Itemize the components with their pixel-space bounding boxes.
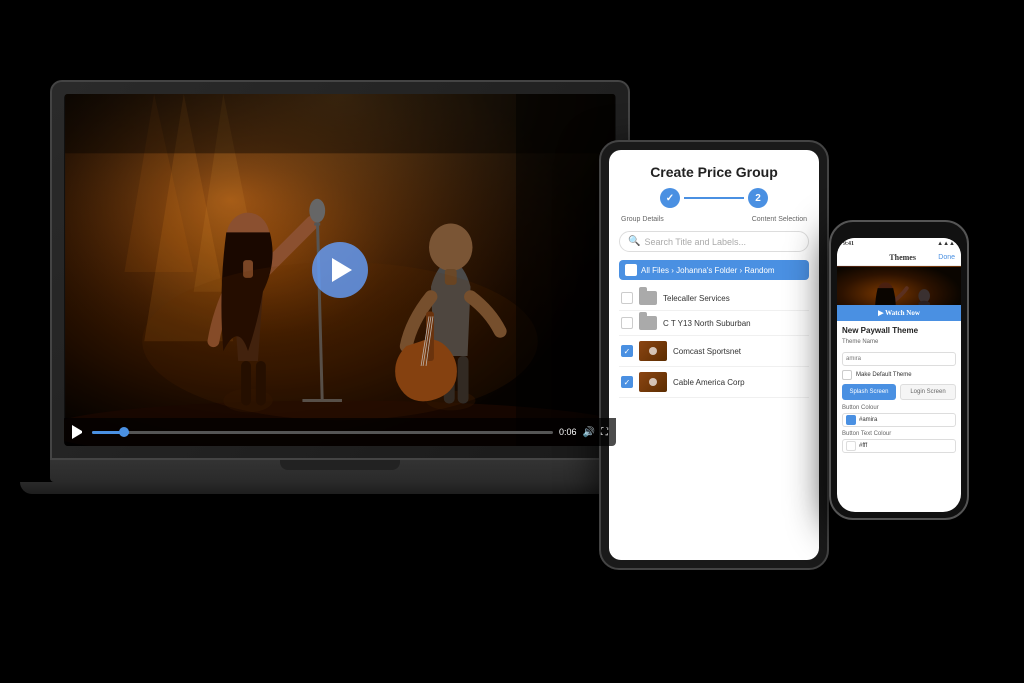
phone-header: Themes Done	[837, 250, 961, 266]
search-placeholder: Search Title and Labels...	[644, 237, 746, 247]
folder-icon-2	[639, 316, 657, 330]
phone-notch	[879, 228, 919, 234]
file-name-4: Cable America Corp	[673, 378, 807, 387]
theme-toggle-row: Splash Screen Login Screen	[842, 384, 956, 400]
file-checkbox-4[interactable]	[621, 376, 633, 388]
video-controls-bar: 0:06 🔊 ⛶	[64, 418, 616, 446]
search-icon: 🔍	[628, 236, 640, 247]
theme-name-label: Theme Name	[842, 339, 956, 345]
status-time: 9:41	[843, 241, 854, 247]
file-name-3: Comcast Sportsnet	[673, 347, 807, 356]
play-button[interactable]	[312, 242, 368, 298]
laptop-base	[50, 460, 630, 482]
play-icon	[332, 258, 352, 282]
make-default-label: Make Default Theme	[856, 372, 912, 378]
video-thumb-3	[639, 341, 667, 361]
thumb-play-icon-4	[649, 378, 657, 386]
step-2-circle: 2	[748, 188, 768, 208]
progress-dot	[119, 427, 129, 437]
laptop-device: 0:06 🔊 ⛶	[50, 80, 630, 560]
button-color-input[interactable]: #amira	[842, 413, 956, 427]
file-row[interactable]: Telecaller Services	[619, 286, 809, 311]
button-color-label: Button Colour	[842, 405, 956, 411]
button-color-text: #amira	[859, 417, 877, 423]
stepper: ✓ 2	[619, 188, 809, 208]
phone-status-bar: 9:41 ▲▲▲	[837, 238, 961, 250]
make-default-row: Make Default Theme	[842, 370, 956, 380]
breadcrumb-path: All Files › Johanna's Folder › Random	[641, 266, 775, 275]
search-bar[interactable]: 🔍 Search Title and Labels...	[619, 231, 809, 252]
breadcrumb-folder-icon	[625, 264, 637, 276]
time-display: 0:06	[559, 427, 577, 437]
tablet-title: Create Price Group	[619, 164, 809, 180]
file-checkbox-2[interactable]	[621, 317, 633, 329]
button-text-color-text: #fff	[859, 443, 867, 449]
button-color-swatch	[846, 415, 856, 425]
phone-content: New Paywall Theme Theme Name Make Defaul…	[837, 321, 961, 462]
tablet-content: Create Price Group ✓ 2 Group Details Con…	[609, 150, 819, 408]
laptop-stand	[20, 482, 660, 494]
file-row[interactable]: Cable America Corp	[619, 367, 809, 398]
phone-done-button[interactable]: Done	[938, 254, 955, 261]
main-scene: 0:06 🔊 ⛶ Create Price Group ✓ 2	[0, 0, 1024, 683]
file-row[interactable]: Comcast Sportsnet	[619, 336, 809, 367]
button-text-color-input[interactable]: #fff	[842, 439, 956, 453]
phone-device: 9:41 ▲▲▲ Themes Done	[829, 220, 969, 520]
step-1-label: Group Details	[621, 216, 664, 223]
control-play-icon[interactable]	[72, 425, 86, 439]
step-1-circle: ✓	[660, 188, 680, 208]
progress-bar[interactable]	[92, 431, 553, 434]
breadcrumb-bar: All Files › Johanna's Folder › Random	[619, 260, 809, 280]
file-name-1: Telecaller Services	[663, 294, 807, 303]
thumb-play-icon-3	[649, 347, 657, 355]
laptop-notch	[280, 460, 400, 470]
phone-video-thumbnail: ▶ Watch Now	[837, 266, 961, 321]
laptop-screen: 0:06 🔊 ⛶	[64, 94, 616, 446]
tablet-device: Create Price Group ✓ 2 Group Details Con…	[599, 140, 829, 570]
phone-cta-text: ▶ Watch Now	[878, 309, 920, 317]
button-text-color-label: Button Text Colour	[842, 431, 956, 437]
file-checkbox-1[interactable]	[621, 292, 633, 304]
phone-video-cta[interactable]: ▶ Watch Now	[837, 305, 961, 321]
file-row[interactable]: C T Y13 North Suburban	[619, 311, 809, 336]
video-thumb-4	[639, 372, 667, 392]
button-text-color-swatch	[846, 441, 856, 451]
file-name-2: C T Y13 North Suburban	[663, 319, 807, 328]
phone-header-title: Themes	[889, 253, 916, 262]
theme-name-input[interactable]	[842, 352, 956, 366]
file-checkbox-3[interactable]	[621, 345, 633, 357]
step-labels: Group Details Content Selection	[619, 216, 809, 223]
step-2-label: Content Selection	[752, 216, 807, 223]
phone-screen: 9:41 ▲▲▲ Themes Done	[837, 238, 961, 512]
fullscreen-icon[interactable]: ⛶	[601, 427, 608, 438]
splash-screen-toggle[interactable]: Splash Screen	[842, 384, 896, 400]
tablet-screen: Create Price Group ✓ 2 Group Details Con…	[609, 150, 819, 560]
make-default-checkbox[interactable]	[842, 370, 852, 380]
login-screen-toggle[interactable]: Login Screen	[900, 384, 956, 400]
folder-icon-1	[639, 291, 657, 305]
phone-section-title: New Paywall Theme	[842, 326, 956, 335]
volume-icon[interactable]: 🔊	[583, 427, 595, 438]
status-icons: ▲▲▲	[937, 241, 955, 247]
step-line	[684, 197, 744, 199]
laptop-body: 0:06 🔊 ⛶	[50, 80, 630, 460]
